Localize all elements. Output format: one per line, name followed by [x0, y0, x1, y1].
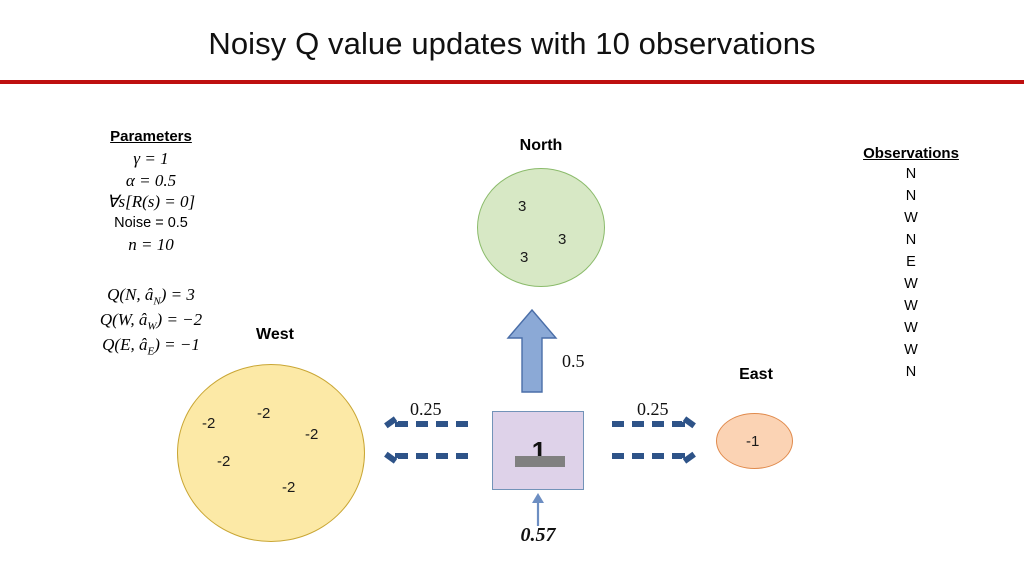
observations-panel: Observations N N W N E W W W W N	[836, 145, 986, 383]
list-item: W	[904, 210, 918, 227]
q-north-sub: N	[153, 295, 161, 308]
q-west-sub: W	[147, 320, 157, 333]
bottom-arrow-label: 0.57	[520, 524, 556, 546]
list-item: W	[904, 276, 918, 293]
parameter-noise: Noise = 0.5	[114, 214, 188, 231]
alpha-value: = 0.5	[139, 170, 177, 190]
n-value: = 10	[141, 234, 174, 254]
parameters-panel: Parameters γ = 1 α = 0.5 ∀s[R(s) = 0] No…	[46, 128, 256, 255]
center-state-box[interactable]: 1	[492, 411, 584, 490]
up-arrow-label: 0.5	[562, 351, 585, 371]
node-label-east: East	[739, 366, 773, 383]
alpha-symbol: α	[125, 170, 135, 190]
node-north-value: 3	[520, 249, 529, 266]
observations-heading: Observations	[863, 145, 959, 162]
q-east-prefix: Q(E, â	[102, 335, 148, 355]
erase-bar-icon	[515, 456, 565, 467]
node-north-value: 3	[558, 231, 567, 248]
parameters-heading: Parameters	[110, 128, 192, 145]
slide-canvas: Noisy Q value updates with 10 observatio…	[0, 0, 1024, 576]
q-values-panel: Q(N, âN) = 3 Q(W, âW) = −2 Q(E, âE) =…	[46, 284, 256, 359]
gamma-symbol: γ	[133, 149, 141, 168]
node-east[interactable]: -1	[716, 413, 793, 469]
page-title: Noisy Q value updates with 10 observatio…	[208, 26, 816, 61]
list-item: W	[904, 298, 918, 315]
list-item: N	[905, 166, 917, 182]
node-west-value: -2	[202, 415, 216, 432]
q-value-north: Q(N, âN) = 3	[46, 284, 256, 309]
q-west-prefix: Q(W, â	[99, 310, 148, 330]
node-label-north: North	[519, 137, 563, 154]
node-north-value: 3	[518, 198, 527, 215]
parameter-alpha: α = 0.5	[46, 170, 256, 192]
node-north[interactable]: 3 3 3	[477, 168, 605, 287]
list-item: N	[905, 232, 917, 249]
list-item: E	[906, 254, 916, 271]
node-east-value: -1	[746, 433, 760, 450]
right-dashed-arrow-icon	[610, 411, 702, 469]
observations-list: N N W N E W W W W N	[836, 163, 986, 383]
gamma-value: = 1	[144, 149, 169, 168]
list-item: N	[905, 364, 917, 381]
left-dashed-arrow-icon	[378, 411, 470, 469]
q-east-suffix: ) = −1	[154, 335, 200, 355]
node-label-west: West	[256, 326, 294, 343]
node-west-value: -2	[257, 405, 271, 422]
left-arrow-label: 0.25	[410, 399, 442, 419]
right-arrow-label: 0.25	[637, 399, 669, 419]
parameter-n: n = 10	[46, 234, 256, 256]
parameter-reward: ∀s[R(s) = 0]	[106, 192, 196, 212]
node-west[interactable]: -2 -2 -2 -2 -2	[177, 364, 365, 542]
bottom-arrow-icon	[528, 492, 548, 526]
node-west-value: -2	[305, 426, 319, 443]
up-arrow-icon	[506, 308, 558, 394]
list-item: W	[904, 320, 918, 337]
parameter-gamma: γ = 1	[46, 148, 256, 170]
node-west-value: -2	[282, 479, 296, 496]
center-state-value: 1	[531, 436, 547, 466]
q-west-suffix: ) = −2	[156, 310, 203, 330]
q-north-prefix: Q(N, â	[107, 285, 154, 304]
n-symbol: n	[128, 234, 137, 254]
title-divider	[0, 80, 1024, 84]
list-item: W	[904, 342, 918, 359]
node-west-value: -2	[217, 453, 231, 470]
q-north-suffix: ) = 3	[160, 285, 195, 304]
list-item: N	[905, 188, 917, 205]
